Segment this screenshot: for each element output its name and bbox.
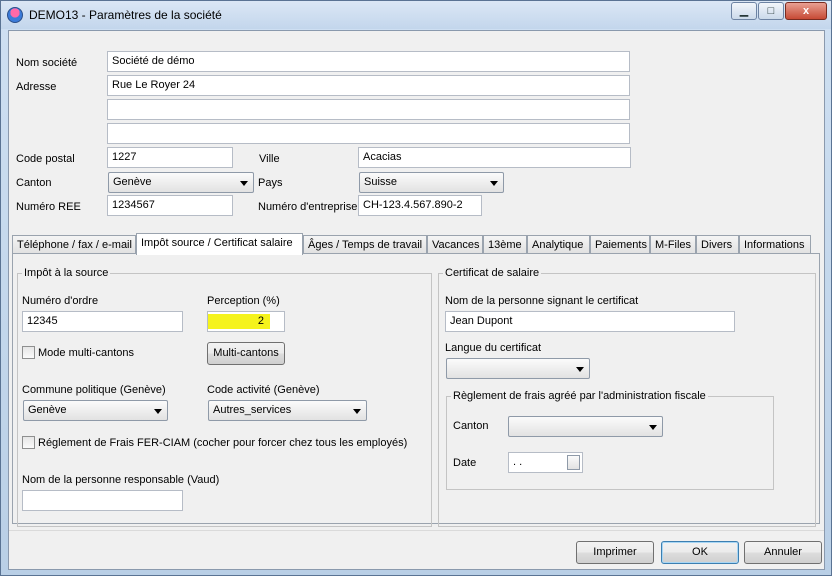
tab-13eme[interactable]: 13ème (483, 235, 527, 254)
close-button[interactable]: x (785, 2, 827, 20)
chevron-down-icon (576, 367, 584, 372)
company-name-label: Nom société (16, 57, 78, 69)
multi-cantons-checkbox-label: Mode multi-cantons (38, 347, 134, 359)
footer-divider (9, 530, 824, 531)
reglement-date-value: . . (513, 456, 523, 468)
activity-code-label: Code activité (Genève) (207, 384, 320, 396)
signer-name-label: Nom de la personne signant le certificat (445, 295, 639, 307)
ree-label: Numéro REE (16, 201, 81, 213)
fer-ciam-label: Réglement de Frais FER-CIAM (cocher pour… (38, 437, 408, 449)
order-number-field[interactable]: 12345 (22, 311, 183, 332)
ok-button[interactable]: OK (661, 541, 739, 564)
title-bar[interactable]: DEMO13 - Paramètres de la société ▁ □ x (1, 1, 831, 29)
certificate-language-select[interactable] (446, 358, 590, 379)
ree-field[interactable]: 1234567 (107, 195, 233, 216)
impot-source-group-title: Impôt à la source (24, 267, 109, 279)
print-button[interactable]: Imprimer (576, 541, 654, 564)
app-logo-icon (7, 7, 23, 23)
signer-name-field[interactable]: Jean Dupont (445, 311, 735, 332)
reglement-frais-group-title: Règlement de frais agréé par l'administr… (453, 390, 706, 402)
country-label: Pays (258, 177, 283, 189)
reglement-date-label: Date (453, 457, 477, 469)
tab-paiements[interactable]: Paiements (590, 235, 650, 254)
chevron-down-icon (240, 181, 248, 186)
tab-telephone[interactable]: Téléphone / fax / e-mail (12, 235, 136, 254)
tab-analytique[interactable]: Analytique (527, 235, 590, 254)
country-select[interactable]: Suisse (359, 172, 504, 193)
address-line3-field[interactable] (107, 123, 630, 144)
activity-code-select[interactable]: Autres_services (208, 400, 367, 421)
address-line2-field[interactable] (107, 99, 630, 120)
reglement-canton-label: Canton (453, 420, 489, 432)
tab-ages[interactable]: Âges / Temps de travail (303, 235, 427, 254)
commune-select[interactable]: Genève (23, 400, 168, 421)
reglement-date-field[interactable]: . . (508, 452, 583, 473)
dialog-body: Nom société Société de démo Adresse Rue … (8, 30, 825, 570)
enterprise-number-label: Numéro d'entreprise (258, 201, 358, 213)
fer-ciam-checkbox[interactable] (22, 436, 35, 449)
perception-value: 2 (208, 314, 270, 329)
certificat-salaire-group-title: Certificat de salaire (445, 267, 540, 279)
minimize-button[interactable]: ▁ (731, 2, 757, 20)
tab-divers[interactable]: Divers (696, 235, 739, 254)
canton-select[interactable]: Genève (108, 172, 254, 193)
commune-select-value: Genève (28, 404, 67, 416)
chevron-down-icon (649, 425, 657, 430)
window-title: DEMO13 - Paramètres de la société (29, 8, 222, 22)
canton-select-value: Genève (113, 176, 152, 188)
city-label: Ville (259, 153, 280, 165)
order-number-label: Numéro d'ordre (22, 295, 99, 307)
responsible-person-label: Nom de la personne responsable (Vaud) (22, 474, 220, 486)
tab-panel: Impôt à la source Numéro d'ordre 12345 P… (12, 253, 820, 527)
tab-m-files[interactable]: M-Files (650, 235, 696, 254)
city-field[interactable]: Acacias (358, 147, 631, 168)
app-window: DEMO13 - Paramètres de la société ▁ □ x … (0, 0, 832, 576)
cancel-button[interactable]: Annuler (744, 541, 822, 564)
perception-field[interactable]: 2 (207, 311, 285, 332)
date-picker-button[interactable] (567, 455, 580, 470)
postal-code-label: Code postal (16, 153, 75, 165)
tab-vacances[interactable]: Vacances (427, 235, 483, 254)
address-line1-field[interactable]: Rue Le Royer 24 (107, 75, 630, 96)
reglement-canton-select[interactable] (508, 416, 663, 437)
activity-code-select-value: Autres_services (213, 404, 292, 416)
chevron-down-icon (490, 181, 498, 186)
commune-label: Commune politique (Genève) (22, 384, 166, 396)
responsible-person-field[interactable] (22, 490, 183, 511)
chevron-down-icon (154, 409, 162, 414)
tab-impot-source[interactable]: Impôt source / Certificat salaire (136, 233, 303, 255)
canton-label: Canton (16, 177, 52, 189)
country-select-value: Suisse (364, 176, 398, 188)
perception-label: Perception (%) (207, 295, 280, 307)
address-label: Adresse (16, 81, 57, 93)
company-name-field[interactable]: Société de démo (107, 51, 630, 72)
chevron-down-icon (353, 409, 361, 414)
enterprise-number-field[interactable]: CH-123.4.567.890-2 (358, 195, 482, 216)
multi-cantons-button[interactable]: Multi-cantons (207, 342, 285, 365)
certificate-language-label: Langue du certificat (445, 342, 542, 354)
multi-cantons-checkbox[interactable] (22, 346, 35, 359)
postal-code-field[interactable]: 1227 (107, 147, 233, 168)
tab-informations[interactable]: Informations (739, 235, 811, 254)
maximize-button[interactable]: □ (758, 2, 784, 20)
reglement-frais-group: Règlement de frais agréé par l'administr… (446, 390, 774, 490)
